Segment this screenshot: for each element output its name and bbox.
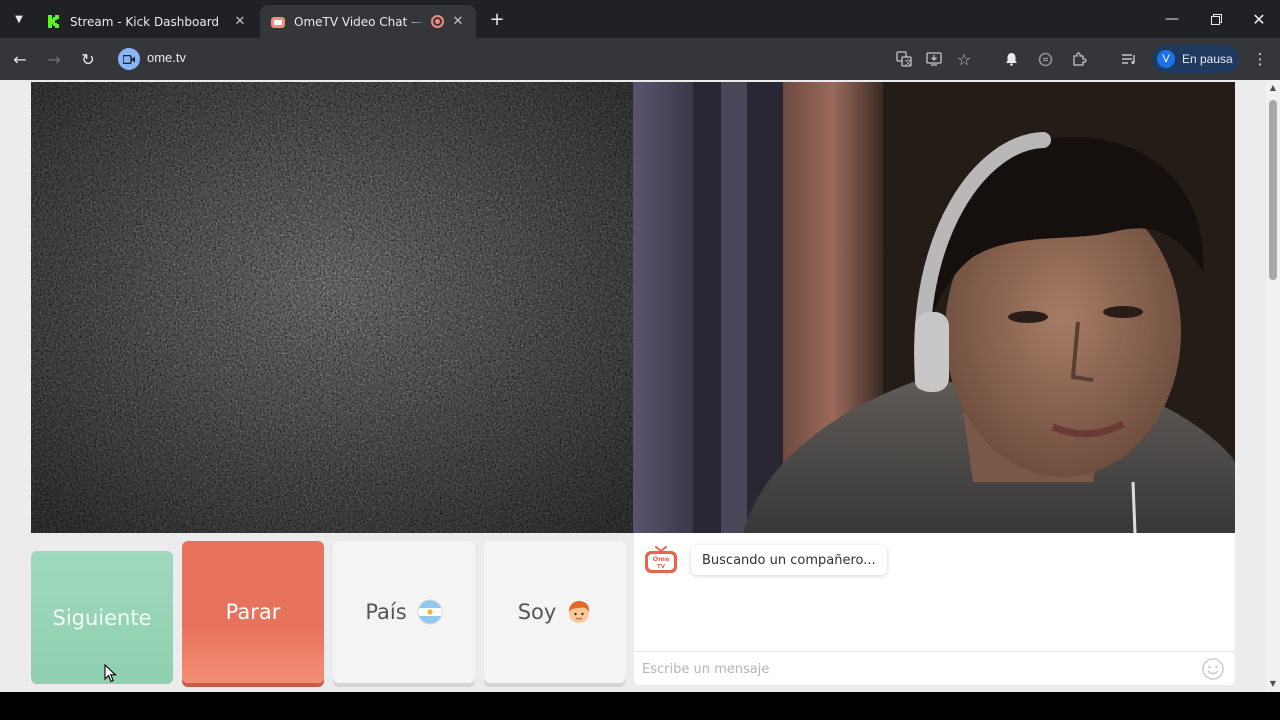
static-noise-image — [31, 82, 633, 533]
scroll-down-icon[interactable]: ▼ — [1269, 680, 1277, 688]
tab-ometv[interactable]: OmeTV Video Chat — OmeTV ✕ — [260, 5, 476, 38]
site-info-icon[interactable] — [118, 48, 140, 70]
forward-icon[interactable]: → — [42, 47, 66, 71]
self-camera-video — [633, 82, 1235, 533]
boy-icon — [566, 599, 592, 625]
ometv-logo-icon: Ome TV — [644, 546, 678, 574]
stop-button-label: Parar — [225, 600, 281, 624]
scroll-up-icon[interactable]: ▲ — [1269, 84, 1277, 92]
ometv-page: Siguiente Parar País Soy Ome TV Buscando … — [0, 80, 1266, 692]
status-message: Buscando un compañero... — [691, 545, 887, 575]
argentina-flag-icon — [417, 599, 443, 625]
profile-button[interactable]: V En pausa — [1152, 45, 1239, 73]
url-text: ome.tv — [147, 50, 187, 65]
record-icon — [431, 15, 444, 28]
country-button[interactable]: País — [333, 541, 475, 683]
partner-video — [31, 82, 633, 533]
svg-text:Ome: Ome — [653, 555, 670, 563]
next-button[interactable]: Siguiente — [31, 551, 173, 684]
reading-list-icon[interactable] — [1118, 48, 1140, 70]
mouse-cursor-icon — [104, 663, 118, 684]
ometv-favicon-icon — [270, 14, 286, 30]
translate-icon[interactable]: 文 — [893, 48, 915, 70]
page-scrollbar[interactable]: ▲ ▼ — [1266, 80, 1280, 692]
bell-icon[interactable] — [1000, 48, 1022, 70]
new-tab-icon[interactable]: + — [486, 8, 508, 30]
chat-panel: Ome TV Buscando un compañero... — [634, 533, 1235, 685]
reload-icon[interactable]: ↻ — [76, 47, 100, 71]
tab-title: OmeTV Video Chat — OmeTV — [294, 14, 427, 29]
back-icon[interactable]: ← — [8, 47, 32, 71]
tab-kick-dashboard[interactable]: Stream - Kick Dashboard ✕ — [36, 5, 258, 38]
kick-favicon-icon — [46, 14, 62, 30]
gender-button-label: Soy — [517, 600, 557, 624]
next-button-label: Siguiente — [52, 605, 152, 630]
svg-text:文: 文 — [905, 58, 912, 67]
smiley-icon[interactable] — [1201, 657, 1225, 681]
tab-list-icon[interactable]: ▼ — [8, 8, 30, 30]
message-input[interactable] — [642, 658, 1182, 680]
extension-circle-icon[interactable] — [1034, 48, 1056, 70]
avatar: V — [1157, 50, 1175, 68]
install-icon[interactable] — [923, 48, 945, 70]
window-close-icon[interactable]: ✕ — [1237, 0, 1280, 38]
star-icon[interactable]: ☆ — [953, 48, 975, 70]
browser-toolbar: ← → ↻ ome.tv 文 ☆ V En pausa ⋮ — [0, 38, 1280, 80]
puzzle-icon[interactable] — [1068, 48, 1090, 70]
svg-text:TV: TV — [657, 564, 666, 570]
tab-title: Stream - Kick Dashboard — [70, 14, 220, 29]
minimize-icon[interactable]: — — [1150, 0, 1194, 38]
country-button-label: País — [365, 600, 407, 624]
restore-icon[interactable] — [1194, 0, 1238, 38]
gender-button[interactable]: Soy — [484, 541, 626, 683]
menu-dots-icon[interactable]: ⋮ — [1250, 48, 1270, 70]
profile-status-label: En pausa — [1182, 52, 1233, 66]
scrollbar-thumb[interactable] — [1269, 100, 1277, 280]
close-icon[interactable]: ✕ — [232, 14, 248, 30]
close-icon[interactable]: ✕ — [450, 14, 466, 30]
chat-input-bar — [634, 651, 1235, 685]
tab-strip: ▼ Stream - Kick Dashboard ✕ OmeTV Video … — [0, 0, 1280, 38]
webcam-person-image — [633, 82, 1235, 533]
stop-button[interactable]: Parar — [182, 541, 324, 683]
